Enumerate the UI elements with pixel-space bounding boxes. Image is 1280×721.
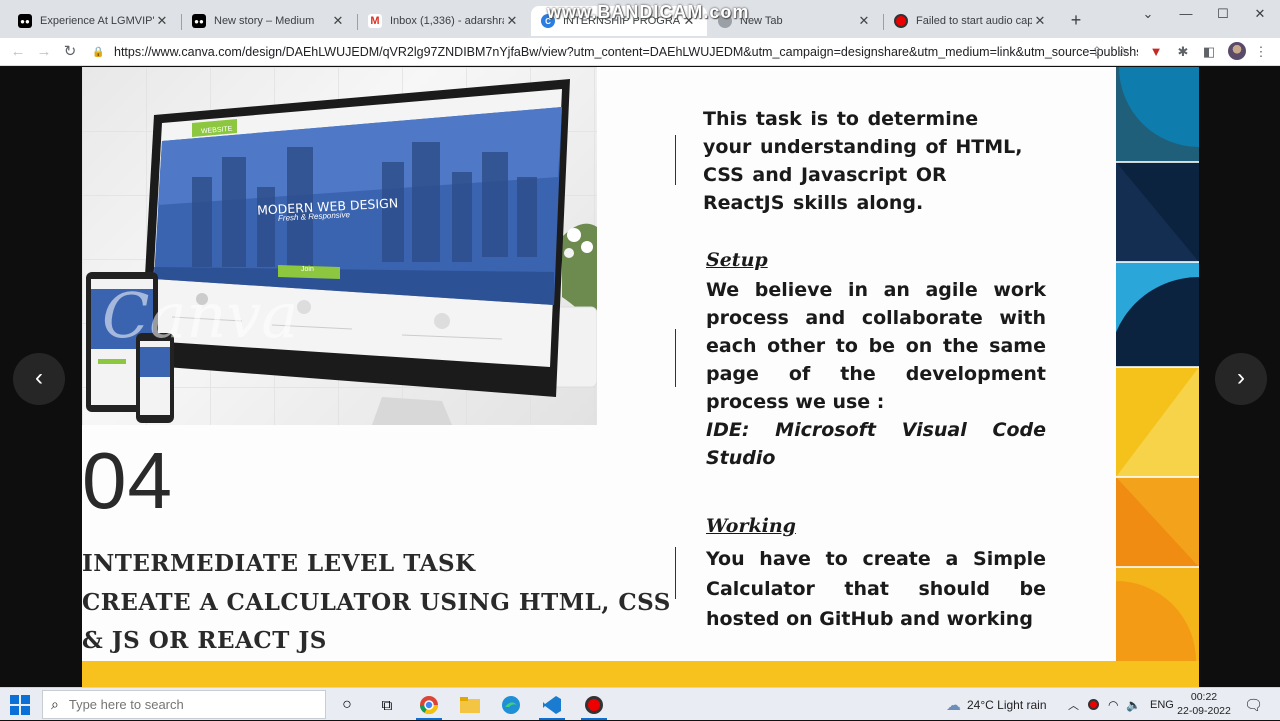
close-icon[interactable]: ✕ — [504, 13, 520, 29]
task-view-icon[interactable]: ⧉ — [374, 692, 400, 718]
medium-icon: ●● — [18, 14, 32, 28]
menu-kebab-icon[interactable]: ⋮ — [1252, 43, 1270, 61]
gmail-icon: M — [368, 14, 382, 28]
cortana-icon[interactable]: ○ — [334, 692, 360, 718]
edge-icon[interactable] — [498, 692, 524, 718]
lock-icon[interactable]: 🔒 — [92, 47, 104, 58]
svg-text:Canva: Canva — [102, 279, 298, 352]
task-title-line: & JS OR REACT JS — [82, 627, 327, 654]
tab-failed-audio[interactable]: Failed to start audio captu ✕ — [884, 6, 1058, 36]
chrome-taskbar-icon[interactable] — [416, 692, 442, 718]
medium-icon: ●● — [192, 14, 206, 28]
tab-new-story[interactable]: ●● New story – Medium ✕ — [182, 6, 356, 36]
taskbar-search[interactable]: ⌕ — [42, 690, 326, 719]
close-icon[interactable]: ✕ — [1032, 13, 1048, 29]
setup-ide: IDE: Microsoft Visual Code Studio — [706, 419, 1046, 469]
new-tab-button[interactable]: + — [1066, 10, 1086, 30]
weather-text: 24°C Light rain — [967, 697, 1047, 712]
task-title-line: CREATE A CALCULATOR USING HTML, CSS — [82, 588, 671, 616]
working-body: You have to create a Simple Calculator t… — [706, 548, 1046, 630]
search-input[interactable] — [68, 697, 289, 712]
cloud-rain-icon: ☁ — [946, 696, 961, 714]
side-panel-icon[interactable]: ◧ — [1200, 43, 1218, 61]
clock-time: 00:22 — [1190, 691, 1218, 703]
bandicam-record-icon[interactable] — [581, 692, 607, 718]
working-heading: Working — [706, 515, 796, 537]
profile-avatar[interactable] — [1228, 42, 1246, 60]
column-divider — [675, 135, 676, 185]
address-bar[interactable]: 🔒 https://www.canva.com/design/DAEhLWUJE… — [92, 41, 1138, 63]
tab-experience[interactable]: ●● Experience At LGMVIP'22. ✕ — [8, 6, 180, 36]
decorative-pattern — [1116, 67, 1199, 661]
share-icon[interactable]: ⇪ — [1088, 43, 1106, 61]
column-divider — [675, 547, 676, 599]
minimize-button[interactable]: — — [1168, 4, 1204, 24]
bookmark-star-icon[interactable]: ☆ — [1114, 43, 1132, 61]
task-title: INTERMEDIATE LEVEL TASK CREATE A CALCULA… — [82, 545, 702, 661]
slide-number: 04 — [82, 436, 173, 525]
browser-tab-strip: ●● Experience At LGMVIP'22. ✕ ●● New sto… — [0, 0, 1280, 38]
presentation-viewer: Canva WEBSITE MODERN WEB DESIGN Fresh & … — [0, 67, 1280, 687]
back-arrow-icon[interactable]: ← — [8, 42, 28, 62]
extensions-puzzle-icon[interactable]: ✱ — [1174, 43, 1192, 61]
column-divider — [675, 329, 676, 387]
slide: Canva WEBSITE MODERN WEB DESIGN Fresh & … — [82, 67, 1199, 687]
wifi-icon[interactable]: ◠ — [1108, 688, 1118, 721]
clock-date: 22-09-2022 — [1177, 705, 1231, 717]
task-title-line: INTERMEDIATE LEVEL TASK — [82, 550, 476, 577]
recording-watermark: www.BANDICAM.com — [547, 2, 750, 22]
tab-title: Inbox (1,336) - adarshrai89 — [390, 15, 504, 27]
windows-start-icon[interactable] — [10, 695, 30, 715]
task-intro: This task is to determine your understan… — [703, 108, 1023, 214]
maximize-button[interactable]: ☐ — [1205, 4, 1241, 24]
tab-title: Failed to start audio captu — [916, 15, 1032, 27]
tray-overflow-chevron-icon[interactable]: ︿ — [1068, 688, 1079, 721]
geometric-shapes — [1116, 67, 1199, 661]
close-icon[interactable]: ✕ — [856, 13, 872, 29]
volume-icon[interactable]: 🔈 — [1126, 688, 1141, 721]
record-icon — [894, 14, 908, 28]
reload-icon[interactable]: ↻ — [60, 42, 80, 62]
system-clock[interactable]: 00:22 22-09-2022 — [1172, 690, 1236, 718]
search-icon: ⌕ — [51, 696, 59, 712]
notifications-icon[interactable]: 🗨 — [1244, 688, 1263, 721]
shield-extension-icon[interactable]: ▼ — [1147, 43, 1165, 61]
windows-taskbar: ⌕ ○ ⧉ ☁ 24°C Light rain ︿ ◠ 🔈 ENG 00:22 … — [0, 687, 1280, 720]
language-indicator[interactable]: ENG — [1150, 688, 1174, 721]
window-close-button[interactable]: ✕ — [1242, 4, 1278, 24]
tray-record-icon[interactable] — [1088, 688, 1099, 721]
file-explorer-icon[interactable] — [457, 692, 483, 718]
vscode-icon[interactable] — [539, 692, 565, 718]
setup-body: We believe in an agile work process and … — [706, 279, 1046, 413]
weather-widget[interactable]: ☁ 24°C Light rain — [946, 688, 1047, 721]
tab-search-chevron-icon[interactable]: ⌄ — [1130, 4, 1166, 24]
hero-image: Canva WEBSITE MODERN WEB DESIGN Fresh & … — [82, 67, 597, 425]
browser-toolbar: ← → ↻ 🔒 https://www.canva.com/design/DAE… — [0, 38, 1280, 66]
url-text[interactable]: https://www.canva.com/design/DAEhLWUJEDM… — [114, 45, 1138, 59]
tab-title: New story – Medium — [214, 15, 315, 27]
monitor-mockup-illustration: Canva — [86, 79, 597, 425]
tab-title: Experience At LGMVIP'22. — [40, 15, 154, 27]
setup-heading: Setup — [706, 249, 768, 271]
slide-footer-band — [82, 661, 1199, 687]
forward-arrow-icon[interactable]: → — [34, 42, 54, 62]
hero-cta: Join — [301, 266, 314, 273]
close-icon[interactable]: ✕ — [330, 13, 346, 29]
previous-slide-button[interactable]: ‹ — [13, 353, 65, 405]
tab-title: New Tab — [740, 15, 783, 27]
next-slide-button[interactable]: › — [1215, 353, 1267, 405]
close-icon[interactable]: ✕ — [154, 13, 170, 29]
tab-inbox[interactable]: M Inbox (1,336) - adarshrai89 ✕ — [358, 6, 530, 36]
